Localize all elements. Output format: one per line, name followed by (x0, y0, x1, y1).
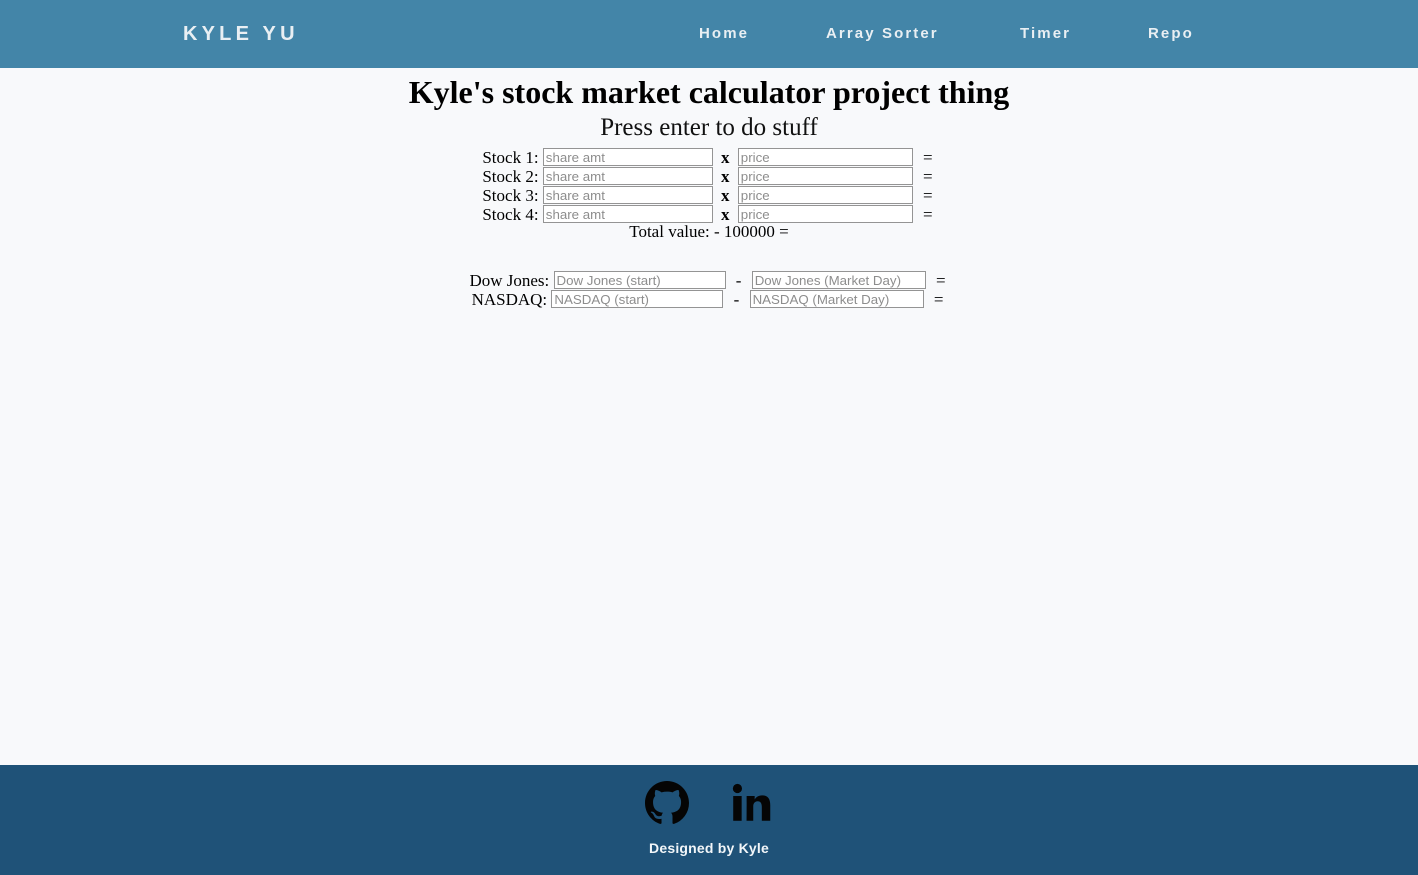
minus-operator: - (733, 289, 740, 309)
equals-sign: = (923, 204, 933, 224)
stock-1-share-amount-input[interactable] (542, 148, 713, 167)
dow-jones-market-day-input[interactable] (751, 271, 926, 290)
index-row-dow-jones: Dow Jones: - = (0, 269, 1418, 290)
main-content: Kyle's stock market calculator project t… (0, 68, 1418, 309)
stock-calculator: Stock 1: x = Stock 2: x = Stock 3: x = S… (0, 146, 1418, 309)
nav-link-repo[interactable]: Repo (1148, 24, 1194, 44)
linkedin-icon[interactable] (729, 781, 773, 825)
page-subtitle: Press enter to do stuff (600, 114, 818, 141)
stock-row-label: Stock 2: (482, 166, 539, 186)
stock-row-label: Stock 4: (482, 204, 539, 224)
nav-links: Home Array Sorter Timer Repo (680, 24, 1418, 48)
multiply-operator: x (721, 185, 730, 205)
stock-row: Stock 3: x = (0, 184, 1418, 205)
footer-credit: Designed by Kyle (649, 840, 769, 856)
stock-row: Stock 4: x = (0, 203, 1418, 224)
equals-sign: = (933, 289, 944, 309)
multiply-operator: x (721, 166, 730, 186)
multiply-operator: x (721, 204, 730, 224)
nasdaq-start-input[interactable] (551, 290, 724, 309)
page-title: Kyle's stock market calculator project t… (408, 74, 1010, 110)
stock-1-price-input[interactable] (737, 148, 913, 167)
total-value-line: Total value: - 100000 = (629, 222, 789, 241)
footer-social-links (0, 765, 1418, 825)
nasdaq-market-day-input[interactable] (749, 290, 924, 309)
equals-sign: = (923, 147, 933, 167)
multiply-operator: x (721, 147, 730, 167)
dow-jones-start-input[interactable] (553, 271, 726, 290)
index-row-nasdaq: NASDAQ: - = (0, 288, 1418, 309)
index-row-label: NASDAQ: (471, 289, 548, 309)
nav-link-array-sorter[interactable]: Array Sorter (826, 24, 939, 44)
stock-row: Stock 2: x = (0, 165, 1418, 186)
brand-logo[interactable]: KYLE YU (183, 22, 299, 46)
stock-2-price-input[interactable] (737, 167, 913, 186)
stock-4-share-amount-input[interactable] (542, 205, 713, 224)
stock-2-share-amount-input[interactable] (542, 167, 713, 186)
stock-4-price-input[interactable] (737, 205, 913, 224)
navbar: KYLE YU Home Array Sorter Timer Repo (0, 0, 1418, 68)
github-icon[interactable] (645, 781, 689, 825)
equals-sign: = (923, 185, 933, 205)
stock-3-price-input[interactable] (737, 186, 913, 205)
stock-3-share-amount-input[interactable] (542, 186, 713, 205)
nav-link-timer[interactable]: Timer (1020, 24, 1071, 44)
nav-link-home[interactable]: Home (699, 24, 749, 44)
minus-operator: - (735, 270, 742, 290)
stock-row-label: Stock 3: (482, 185, 539, 205)
equals-sign: = (935, 270, 946, 290)
footer: Designed by Kyle (0, 765, 1418, 875)
index-row-label: Dow Jones: (469, 270, 550, 290)
equals-sign: = (923, 166, 933, 186)
stock-row-label: Stock 1: (482, 147, 539, 167)
stock-row: Stock 1: x = (0, 146, 1418, 167)
